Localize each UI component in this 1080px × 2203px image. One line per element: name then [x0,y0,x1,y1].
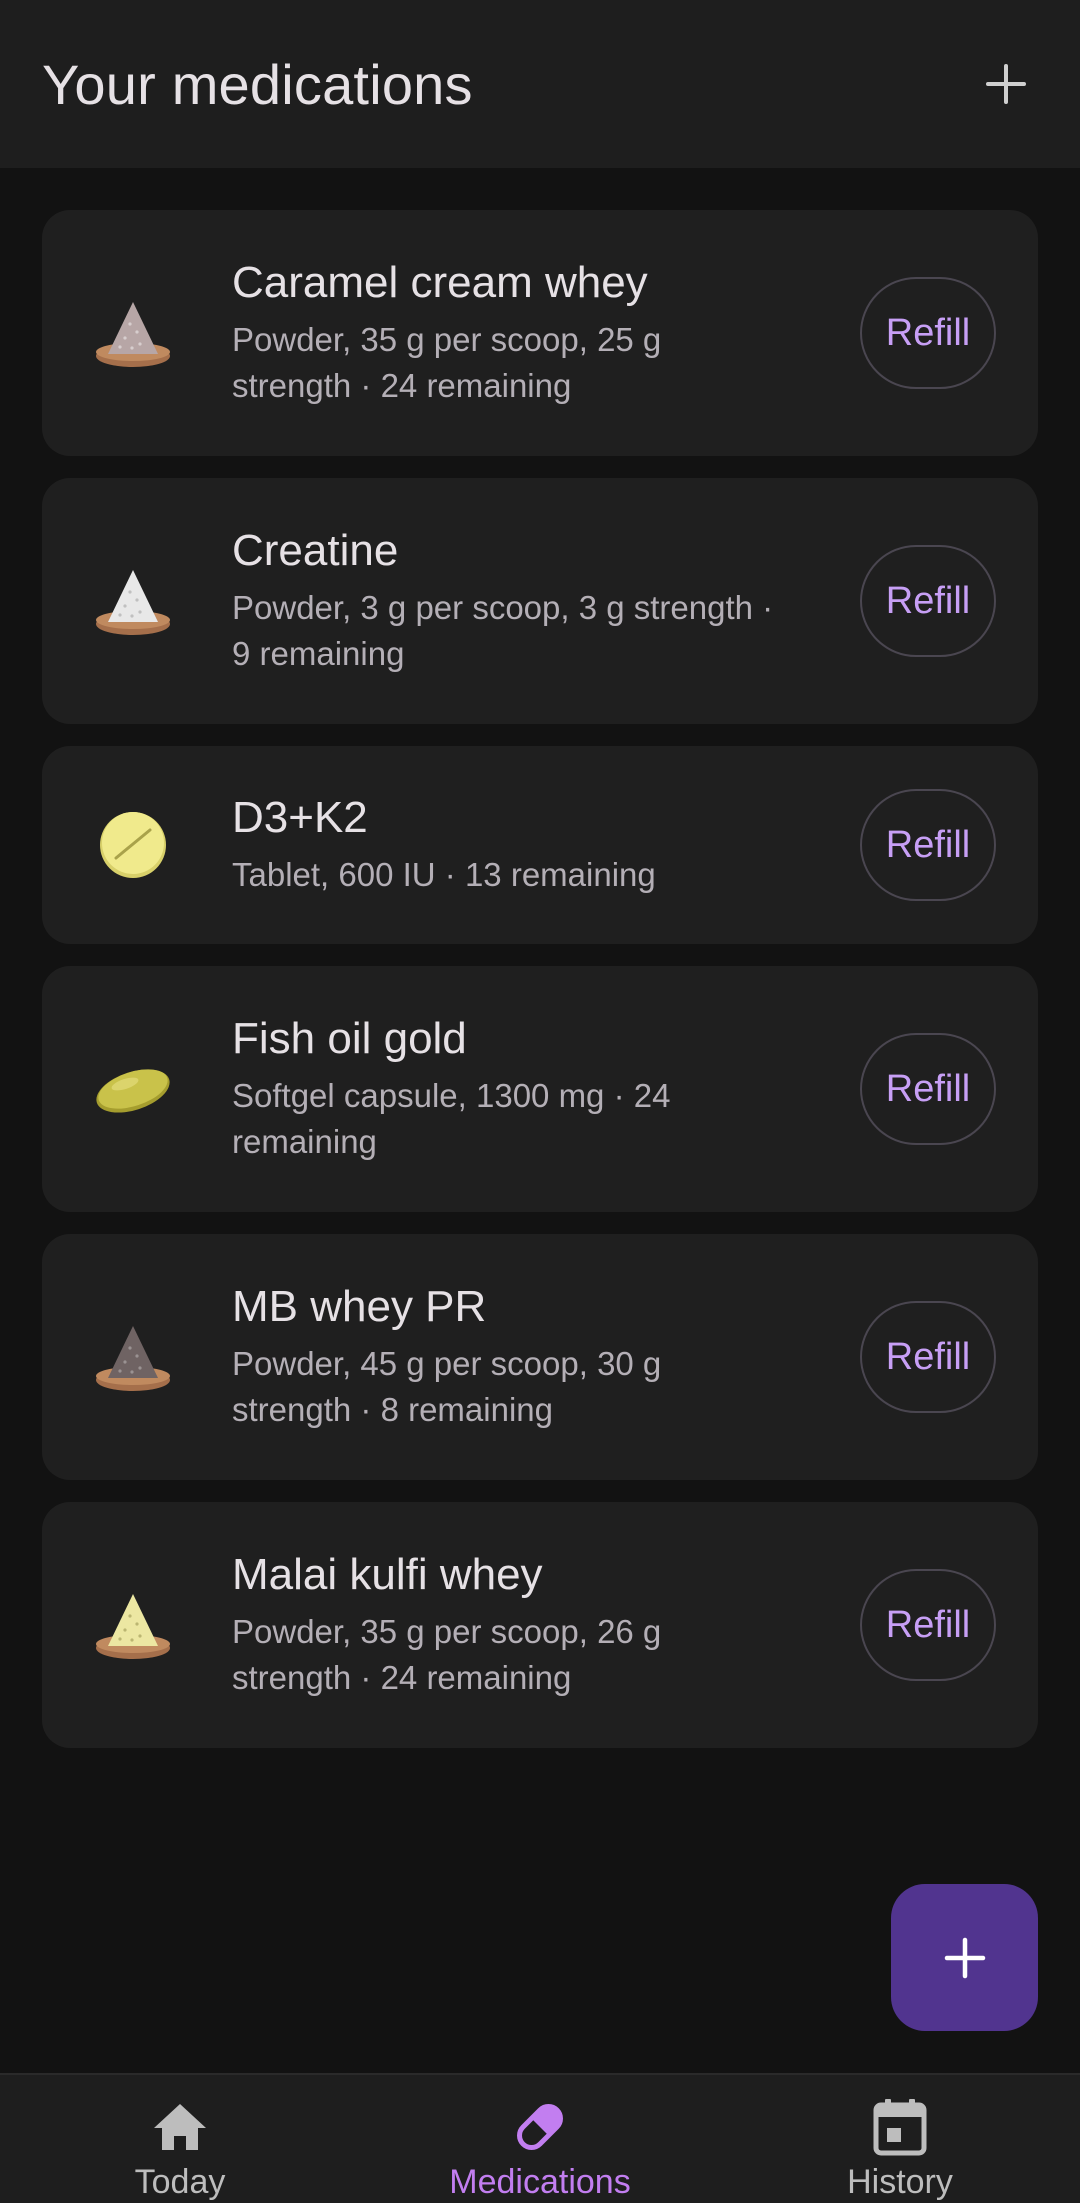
medication-detail-line: remaining [232,1123,377,1160]
medication-name: Caramel cream whey [232,258,648,307]
medication-list: Caramel cream whey Powder, 35 g per scoo… [42,210,1038,1770]
powder-icon [92,1316,174,1398]
powder-icon [92,292,174,374]
plus-icon [944,1937,985,1978]
medication-card[interactable]: Malai kulfi whey Powder, 35 g per scoop,… [42,1502,1038,1748]
medication-card[interactable]: D3+K2 Tablet, 600 IU · 13 remaining Refi… [42,746,1038,944]
refill-button[interactable]: Refill [860,789,996,901]
medication-info: MB whey PR Powder, 45 g per scoop, 30 g … [232,1281,860,1433]
top-app-bar: Your medications [0,0,1080,168]
medication-detail: Powder, 45 g per scoop, 30 g strength · … [232,1341,840,1433]
medication-info: D3+K2 Tablet, 600 IU · 13 remaining [232,792,860,898]
medication-detail-line: Tablet, 600 IU · 13 remaining [232,856,656,893]
medication-detail: Powder, 3 g per scoop, 3 g strength · 9 … [232,585,840,677]
home-icon [150,2097,210,2157]
medication-detail: Powder, 35 g per scoop, 26 g strength · … [232,1609,840,1701]
softgel-icon [92,1048,174,1130]
medication-name: Malai kulfi whey [232,1550,543,1599]
medication-detail: Softgel capsule, 1300 mg · 24 remaining [232,1073,840,1165]
medication-name: MB whey PR [232,1282,487,1331]
medication-card[interactable]: MB whey PR Powder, 45 g per scoop, 30 g … [42,1234,1038,1480]
bottom-navigation: Today Medications History [0,2073,1080,2203]
add-medication-button[interactable] [974,52,1038,116]
medication-detail-line: Softgel capsule, 1300 mg · 24 [232,1077,671,1114]
medication-detail-line: strength · 24 remaining [232,1659,572,1696]
powder-icon [92,560,174,642]
nav-label: History [847,2163,953,2201]
medication-card[interactable]: Creatine Powder, 3 g per scoop, 3 g stre… [42,478,1038,724]
medication-detail: Tablet, 600 IU · 13 remaining [232,852,840,898]
page-title: Your medications [42,52,473,116]
nav-label: Today [134,2163,226,2201]
medication-detail-line: Powder, 35 g per scoop, 26 g [232,1613,662,1650]
medication-info: Caramel cream whey Powder, 35 g per scoo… [232,257,860,409]
nav-label: Medications [449,2163,631,2201]
tablet-icon [92,804,174,886]
medication-info: Malai kulfi whey Powder, 35 g per scoop,… [232,1549,860,1701]
add-medication-fab[interactable] [891,1884,1038,2031]
refill-button[interactable]: Refill [860,545,996,657]
refill-button[interactable]: Refill [860,1301,996,1413]
medication-info: Fish oil gold Softgel capsule, 1300 mg ·… [232,1013,860,1165]
nav-item-today[interactable]: Today [30,2075,330,2203]
medication-detail-line: Powder, 3 g per scoop, 3 g strength · [232,589,774,626]
medication-name: Creatine [232,526,399,575]
plus-icon [986,64,1026,104]
medication-name: Fish oil gold [232,1014,467,1063]
calendar-icon [870,2097,930,2157]
refill-button[interactable]: Refill [860,1569,996,1681]
medication-card[interactable]: Caramel cream whey Powder, 35 g per scoo… [42,210,1038,456]
medication-detail-line: strength · 8 remaining [232,1391,553,1428]
pill-icon [510,2097,570,2157]
refill-button[interactable]: Refill [860,1033,996,1145]
medication-detail-line: strength · 24 remaining [232,367,572,404]
nav-item-history[interactable]: History [750,2075,1050,2203]
medication-name: D3+K2 [232,793,368,842]
medication-detail-line: Powder, 35 g per scoop, 25 g [232,321,662,358]
medication-detail-line: 9 remaining [232,635,405,672]
medication-detail-line: Powder, 45 g per scoop, 30 g [232,1345,662,1382]
medication-card[interactable]: Fish oil gold Softgel capsule, 1300 mg ·… [42,966,1038,1212]
medication-detail: Powder, 35 g per scoop, 25 g strength · … [232,317,840,409]
nav-item-medications[interactable]: Medications [390,2075,690,2203]
medication-info: Creatine Powder, 3 g per scoop, 3 g stre… [232,525,860,677]
app-root: Your medications Caramel cream whey Powd… [0,0,1080,2203]
powder-icon [92,1584,174,1666]
refill-button[interactable]: Refill [860,277,996,389]
